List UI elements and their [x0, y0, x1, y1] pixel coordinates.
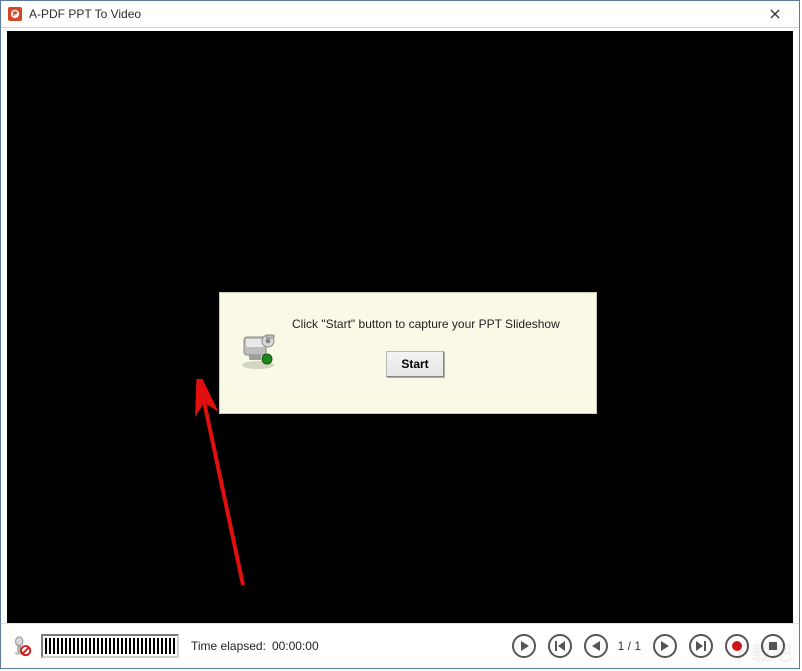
- titlebar: A-PDF PPT To Video: [1, 1, 799, 28]
- app-window: A-PDF PPT To Video: [0, 0, 800, 669]
- audio-level-meter: [41, 634, 179, 658]
- page-counter: 1 / 1: [618, 639, 641, 653]
- instruction-text: Click "Start" button to capture your PPT…: [292, 317, 560, 331]
- camera-icon: [234, 323, 282, 374]
- next-button[interactable]: [651, 632, 679, 660]
- start-dialog: Click "Start" button to capture your PPT…: [219, 292, 597, 414]
- time-elapsed-label: Time elapsed:: [191, 639, 266, 653]
- record-button[interactable]: [723, 632, 751, 660]
- powerpoint-icon: [7, 6, 23, 22]
- last-button[interactable]: [687, 632, 715, 660]
- start-button[interactable]: Start: [386, 351, 444, 377]
- previous-button[interactable]: [582, 632, 610, 660]
- close-button[interactable]: [755, 3, 795, 25]
- first-button[interactable]: [546, 632, 574, 660]
- stop-button[interactable]: [759, 632, 787, 660]
- window-title: A-PDF PPT To Video: [29, 7, 141, 21]
- status-bar: Time elapsed: 00:00:00 1 / 1: [1, 623, 799, 668]
- preview-area: Click "Start" button to capture your PPT…: [7, 31, 793, 623]
- microphone-icon: [11, 634, 33, 658]
- time-elapsed-value: 00:00:00: [272, 639, 319, 653]
- play-button[interactable]: [510, 632, 538, 660]
